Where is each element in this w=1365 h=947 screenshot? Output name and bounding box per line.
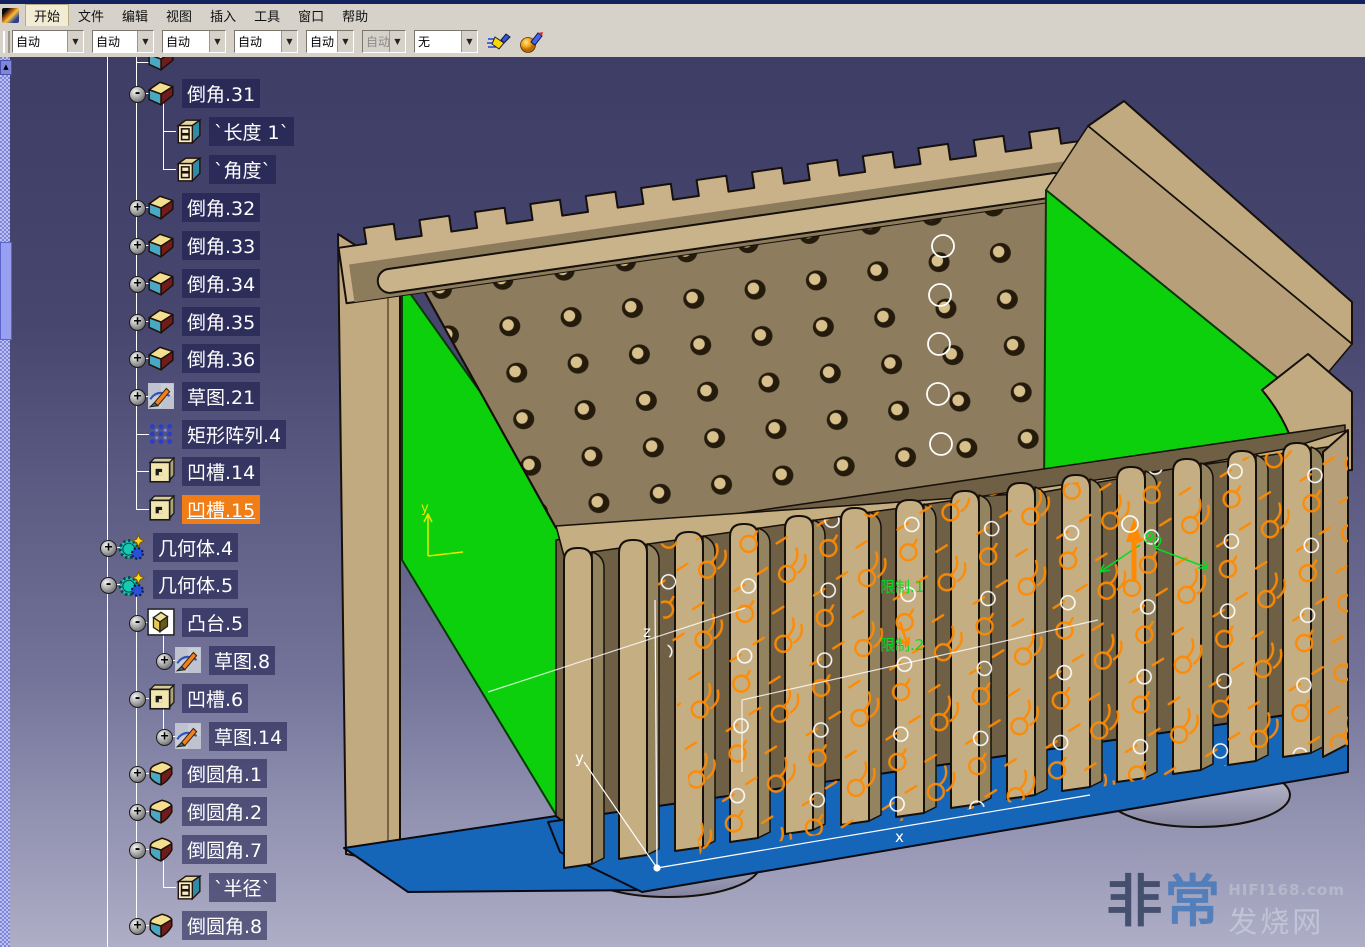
expander[interactable]: + <box>129 766 146 783</box>
menu-item-file[interactable]: 文件 <box>69 4 113 27</box>
tree-item-pad-5[interactable]: 凸台.5 <box>147 607 248 637</box>
expander[interactable]: - <box>129 691 146 708</box>
scrollbar-thumb[interactable] <box>0 242 12 340</box>
tree-item-fillet-1[interactable]: 倒圆角.1 <box>147 758 267 788</box>
chamfer-icon <box>147 193 175 221</box>
chevron-down-icon[interactable]: ▼ <box>281 31 297 52</box>
app-icon[interactable] <box>2 8 19 23</box>
pad-icon <box>147 608 175 636</box>
point-style-combo[interactable]: 自动▼ <box>306 30 354 53</box>
material-sphere-icon[interactable] <box>518 30 544 54</box>
tree-item-sketch-14[interactable]: 草图.14 <box>174 721 287 751</box>
chamfer-icon <box>147 344 175 372</box>
chevron-down-icon: ▼ <box>389 31 405 52</box>
menu-item-view[interactable]: 视图 <box>157 4 201 27</box>
left-scrollbar[interactable]: ▲ <box>0 57 10 947</box>
body-icon <box>118 533 146 561</box>
expander[interactable]: + <box>129 200 146 217</box>
tree-item-partial[interactable] <box>147 57 175 73</box>
tree-item-rect-pattern-4[interactable]: 矩形阵列.4 <box>147 419 286 449</box>
chamfer-icon <box>147 79 175 107</box>
tree-item-pocket-6[interactable]: 凹槽.6 <box>147 683 248 713</box>
tree-item-fillet-7[interactable]: 倒圆角.7 <box>147 834 267 864</box>
chevron-down-icon[interactable]: ▼ <box>209 31 225 52</box>
tree-item-angle-param[interactable]: `角度` <box>174 154 276 184</box>
line-weight-combo[interactable]: 自动▼ <box>162 30 226 53</box>
menu-item-tools[interactable]: 工具 <box>245 4 289 27</box>
rect-pattern-icon <box>147 420 175 448</box>
fillet-icon <box>147 759 175 787</box>
tree-item-length-param[interactable]: `长度 1` <box>174 116 294 146</box>
tree-item-sketch-21[interactable]: 草图.21 <box>147 381 260 411</box>
chevron-down-icon[interactable]: ▼ <box>137 31 153 52</box>
line-type-combo[interactable]: 自动▼ <box>234 30 298 53</box>
chamfer-icon <box>147 231 175 259</box>
paintbrush-icon[interactable] <box>486 30 512 54</box>
layer-combo[interactable]: 无▼ <box>414 30 478 53</box>
tree-item-body-5[interactable]: 几何体.5 <box>118 569 238 599</box>
tree-item-chamfer-35[interactable]: 倒角.35 <box>147 306 260 336</box>
pocket-icon <box>147 495 175 523</box>
fillet-icon <box>147 797 175 825</box>
chevron-down-icon[interactable]: ▼ <box>337 31 353 52</box>
3d-viewport[interactable]: y x z y 限制.1 限制.2 <box>0 57 1365 947</box>
expander[interactable]: + <box>100 540 117 557</box>
tree-item-chamfer-31[interactable]: 倒角.31 <box>147 78 260 108</box>
specification-tree: - + + + + + + + - - + - + + + - + 倒角.31 … <box>0 57 1365 947</box>
menu-item-edit[interactable]: 编辑 <box>113 4 157 27</box>
tree-item-body-4[interactable]: 几何体.4 <box>118 532 238 562</box>
sketch-icon <box>174 646 202 674</box>
menu-bar: 开始 文件 编辑 视图 插入 工具 窗口 帮助 <box>0 4 1365 27</box>
tree-item-sketch-8[interactable]: 草图.8 <box>174 645 275 675</box>
expander[interactable]: + <box>129 276 146 293</box>
transparency-combo[interactable]: 自动▼ <box>92 30 154 53</box>
tree-item-fillet-2[interactable]: 倒圆角.2 <box>147 796 267 826</box>
color-combo[interactable]: 自动▼ <box>12 30 84 53</box>
expander[interactable]: + <box>129 238 146 255</box>
expander[interactable]: + <box>129 389 146 406</box>
fillet-icon <box>147 835 175 863</box>
expander[interactable]: - <box>100 577 117 594</box>
expander[interactable]: + <box>156 729 173 746</box>
menu-item-start[interactable]: 开始 <box>25 4 69 27</box>
fillet-icon <box>147 911 175 939</box>
tree-item-chamfer-36[interactable]: 倒角.36 <box>147 343 260 373</box>
chamfer-icon <box>147 307 175 335</box>
sketch-icon <box>147 382 175 410</box>
body-icon <box>118 570 146 598</box>
tree-item-fillet-8[interactable]: 倒圆角.8 <box>147 910 267 940</box>
expander[interactable]: - <box>129 842 146 859</box>
chevron-down-icon[interactable]: ▼ <box>461 31 477 52</box>
expander[interactable]: + <box>129 351 146 368</box>
tree-item-chamfer-32[interactable]: 倒角.32 <box>147 192 260 222</box>
scroll-up-icon[interactable]: ▲ <box>0 60 12 75</box>
pocket-icon <box>147 457 175 485</box>
pocket-icon <box>147 684 175 712</box>
expander[interactable]: - <box>129 615 146 632</box>
menu-item-insert[interactable]: 插入 <box>201 4 245 27</box>
formula-icon <box>174 873 202 901</box>
menu-item-window[interactable]: 窗口 <box>289 4 333 27</box>
tree-item-chamfer-33[interactable]: 倒角.33 <box>147 230 260 260</box>
tree-item-radius-param[interactable]: `半径` <box>174 872 276 902</box>
render-style-combo: 自动▼ <box>362 30 406 53</box>
expander[interactable]: + <box>129 314 146 331</box>
chevron-down-icon[interactable]: ▼ <box>67 31 83 52</box>
formula-icon <box>174 155 202 183</box>
chamfer-icon <box>147 269 175 297</box>
menu-item-help[interactable]: 帮助 <box>333 4 377 27</box>
chamfer-icon <box>147 57 175 72</box>
sketch-icon <box>174 722 202 750</box>
tree-item-chamfer-34[interactable]: 倒角.34 <box>147 268 260 298</box>
expander[interactable]: - <box>129 86 146 103</box>
toolbar-grip[interactable] <box>3 31 10 53</box>
expander[interactable]: + <box>129 918 146 935</box>
expander[interactable]: + <box>129 804 146 821</box>
formula-icon <box>174 117 202 145</box>
expander[interactable]: + <box>156 653 173 670</box>
graphic-properties-toolbar: 自动▼ 自动▼ 自动▼ 自动▼ 自动▼ 自动▼ 无▼ <box>0 26 1365 58</box>
tree-item-pocket-14[interactable]: 凹槽.14 <box>147 456 260 486</box>
tree-item-pocket-15-selected[interactable]: 凹槽.15 <box>147 494 260 524</box>
